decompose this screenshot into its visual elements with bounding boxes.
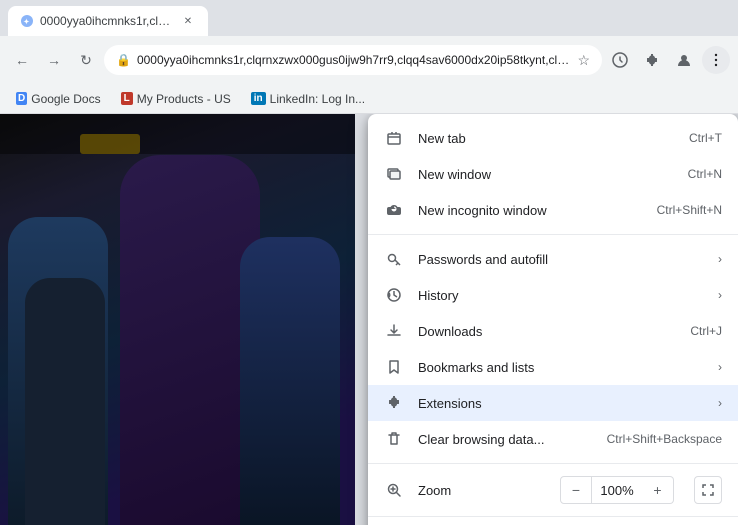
divider-2 [368, 463, 738, 464]
bookmarks-label: Bookmarks and lists [418, 360, 696, 375]
new-window-label: New window [418, 167, 674, 182]
top-overlay [0, 114, 355, 154]
extensions-label: Extensions [418, 396, 696, 411]
lock-icon: 🔒 [116, 53, 131, 67]
clear-browsing-label: Clear browsing data... [418, 432, 593, 447]
zoom-value: 100% [592, 476, 642, 504]
zoom-increase-button[interactable]: + [642, 476, 674, 504]
history-label: History [418, 288, 696, 303]
extensions-puzzle-icon[interactable] [638, 46, 666, 74]
clear-browsing-shortcut: Ctrl+Shift+Backspace [607, 432, 722, 446]
incognito-shortcut: Ctrl+Shift+N [657, 203, 722, 217]
chrome-menu-icon[interactable] [702, 46, 730, 74]
new-tab-shortcut: Ctrl+T [689, 131, 722, 145]
incognito-icon [384, 200, 404, 220]
linkedin-favicon: in [251, 92, 266, 105]
tab-title: 0000yya0ihcmnks1r,clqrnxzwx000gus0ijw9h7… [40, 14, 174, 28]
downloads-shortcut: Ctrl+J [690, 324, 722, 338]
bookmarks-bar: D Google Docs L My Products - US in Link… [0, 84, 738, 114]
menu-item-clear-browsing[interactable]: Clear browsing data... Ctrl+Shift+Backsp… [368, 421, 738, 457]
passwords-arrow: › [718, 252, 722, 266]
svg-text:✦: ✦ [24, 18, 30, 26]
zoom-controls: − 100% + [560, 476, 674, 504]
zoom-decrease-button[interactable]: − [560, 476, 592, 504]
back-button[interactable]: ← [8, 46, 36, 74]
divider-3 [368, 516, 738, 517]
tab-close-button[interactable]: ✕ [180, 13, 196, 29]
tab-bar: ✦ 0000yya0ihcmnks1r,clqrnxzwx000gus0ijw9… [0, 0, 738, 36]
person-right [240, 237, 340, 525]
bookmark-linkedin-label: LinkedIn: Log In... [270, 92, 365, 106]
active-tab[interactable]: ✦ 0000yya0ihcmnks1r,clqrnxzwx000gus0ijw9… [8, 6, 208, 36]
puzzle-icon [384, 393, 404, 413]
history-arrow: › [718, 288, 722, 302]
browser-frame: ✦ 0000yya0ihcmnks1r,clqrnxzwx000gus0ijw9… [0, 0, 738, 525]
address-bar-row: ← → ↻ 🔒 0000yya0ihcmnks1r,clqrnxzwx000gu… [0, 36, 738, 84]
chrome-extension-icon[interactable] [606, 46, 634, 74]
menu-item-history[interactable]: History › [368, 277, 738, 313]
reload-button[interactable]: ↻ [72, 46, 100, 74]
divider-1 [368, 234, 738, 235]
bookmarks-arrow: › [718, 360, 722, 374]
zoom-icon [384, 480, 404, 500]
person-center [120, 155, 260, 525]
menu-item-passwords[interactable]: Passwords and autofill › [368, 241, 738, 277]
downloads-label: Downloads [418, 324, 676, 339]
menu-item-bookmarks[interactable]: Bookmarks and lists › [368, 349, 738, 385]
page-background [0, 114, 355, 525]
my-products-favicon: L [121, 92, 133, 105]
menu-item-new-tab[interactable]: New tab Ctrl+T [368, 120, 738, 156]
bookmark-my-products-label: My Products - US [137, 92, 231, 106]
profile-icon[interactable] [670, 46, 698, 74]
passwords-label: Passwords and autofill [418, 252, 696, 267]
menu-item-extensions[interactable]: Extensions › [368, 385, 738, 421]
context-menu: New tab Ctrl+T New window Ctrl+N [368, 114, 738, 525]
bookmark-google-docs[interactable]: D Google Docs [8, 90, 109, 108]
new-tab-label: New tab [418, 131, 675, 146]
zoom-label: Zoom [418, 483, 546, 498]
new-tab-icon [384, 128, 404, 148]
bookmark-icon [384, 357, 404, 377]
incognito-label: New incognito window [418, 203, 643, 218]
menu-item-downloads[interactable]: Downloads Ctrl+J [368, 313, 738, 349]
zoom-row: Zoom − 100% + [368, 470, 738, 510]
address-bar[interactable]: 🔒 0000yya0ihcmnks1r,clqrnxzwx000gus0ijw9… [104, 45, 602, 75]
extensions-arrow: › [718, 396, 722, 410]
bookmark-google-docs-label: Google Docs [31, 92, 100, 106]
tab-favicon: ✦ [20, 14, 34, 28]
page-content: New tab Ctrl+T New window Ctrl+N [0, 114, 738, 525]
trash-icon [384, 429, 404, 449]
person-detail [25, 278, 105, 525]
google-docs-favicon: D [16, 92, 27, 105]
bookmark-my-products[interactable]: L My Products - US [113, 90, 239, 108]
new-window-shortcut: Ctrl+N [688, 167, 722, 181]
menu-item-new-window[interactable]: New window Ctrl+N [368, 156, 738, 192]
bookmark-linkedin[interactable]: in LinkedIn: Log In... [243, 90, 373, 108]
forward-button[interactable]: → [40, 46, 68, 74]
key-icon [384, 249, 404, 269]
new-window-icon [384, 164, 404, 184]
bookmark-star-icon[interactable]: ☆ [577, 52, 590, 69]
menu-item-incognito[interactable]: New incognito window Ctrl+Shift+N [368, 192, 738, 228]
history-icon [384, 285, 404, 305]
fullscreen-button[interactable] [694, 476, 722, 504]
url-text: 0000yya0ihcmnks1r,clqrnxzwx000gus0ijw9h7… [137, 53, 571, 67]
download-icon [384, 321, 404, 341]
